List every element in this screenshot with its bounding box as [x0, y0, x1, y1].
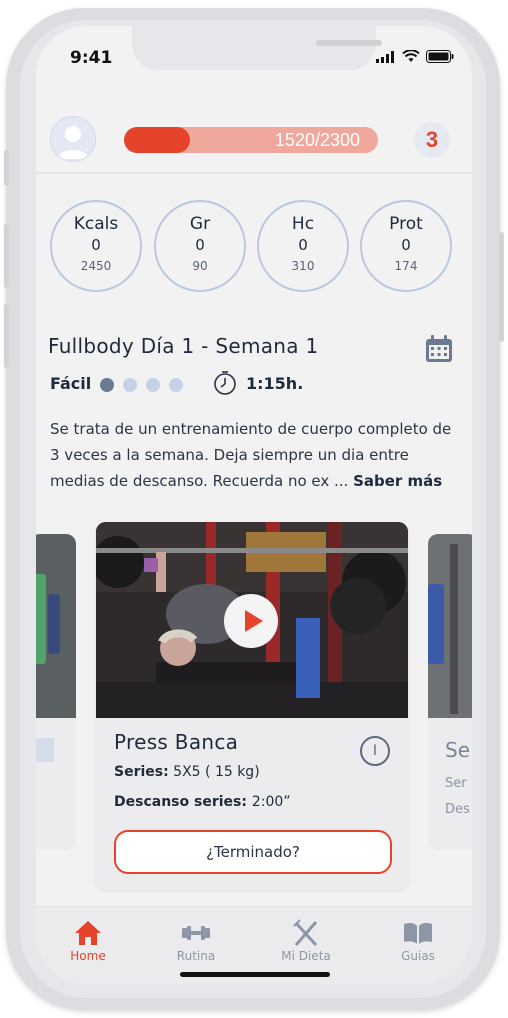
series-value: 5X5 ( 15 kg): [173, 764, 260, 780]
cutlery-icon: [266, 917, 346, 949]
nav-label: Guias: [401, 949, 435, 963]
workout-duration: 1:15h.: [246, 374, 304, 393]
plate-shape: [450, 544, 458, 714]
next-exercise-card[interactable]: Se Ser Des: [428, 534, 472, 850]
macro-goal: 2450: [80, 259, 112, 273]
exercise-series: Series: 5X5 ( 15 kg): [114, 764, 260, 780]
power-button: [499, 232, 504, 342]
macro-goal: 310: [291, 259, 315, 273]
macro-label: Hc: [291, 214, 315, 234]
status-icons: [376, 50, 454, 63]
stopwatch-icon: [212, 370, 238, 400]
rest-label: Descanso series:: [114, 794, 247, 810]
previous-exercise-card[interactable]: [36, 534, 76, 850]
app-screen: 9:41 1520/2300 3 Kcals 0 2450 Gr 0 90 Hc…: [36, 26, 472, 984]
macro-value: 0: [298, 236, 308, 254]
nav-home[interactable]: Home: [48, 917, 128, 963]
series-label: Series:: [114, 764, 169, 780]
macro-summary: Kcals 0 2450 Gr 0 90 Hc 0 310 Prot 0 174: [50, 200, 460, 292]
nav-rutina[interactable]: Rutina: [156, 917, 236, 963]
macro-value: 0: [401, 236, 411, 254]
progress-fill: [124, 127, 191, 153]
previous-card-button-hint: [36, 738, 54, 762]
notification-badge[interactable]: 3: [414, 122, 450, 158]
volume-down-button: [4, 304, 9, 368]
nav-label: Rutina: [176, 949, 216, 963]
exercise-rest: Descanso series: 2:00”: [114, 794, 291, 810]
difficulty-dot: [100, 378, 114, 392]
info-icon[interactable]: I: [360, 736, 390, 766]
home-indicator: [180, 972, 330, 977]
macro-prot[interactable]: Prot 0 174: [360, 200, 452, 292]
next-card-line1: Ser: [445, 776, 467, 791]
macro-kcals[interactable]: Kcals 0 2450: [50, 200, 142, 292]
macro-goal: 90: [192, 259, 208, 273]
calorie-progress-bar: 1520/2300: [124, 127, 378, 153]
macro-label: Gr: [189, 214, 211, 234]
macro-hc[interactable]: Hc 0 310: [257, 200, 349, 292]
read-more-link[interactable]: Saber más: [353, 472, 442, 490]
next-card-line2: Des: [445, 802, 470, 817]
macro-value: 0: [91, 236, 101, 254]
next-card-image: [428, 534, 472, 718]
plate-shape: [36, 574, 46, 664]
next-card-title: Se: [445, 738, 470, 762]
difficulty-dot: [169, 378, 183, 392]
calendar-icon[interactable]: [424, 334, 454, 368]
top-header: 1520/2300 3: [36, 106, 472, 174]
avatar[interactable]: [50, 116, 96, 162]
home-icon: [48, 917, 128, 949]
macro-value: 0: [195, 236, 205, 254]
macro-label: Prot: [389, 214, 423, 234]
exercise-name: Press Banca: [114, 730, 239, 754]
status-time: 9:41: [70, 48, 113, 68]
book-icon: [378, 917, 458, 949]
nav-label: Home: [70, 949, 106, 963]
speaker: [316, 40, 382, 46]
macro-goal: 174: [394, 259, 418, 273]
plate-shape: [48, 594, 60, 654]
battery-icon: [426, 50, 454, 63]
dumbbell-icon: [156, 917, 236, 949]
wifi-icon: [402, 50, 420, 62]
volume-up-button: [4, 224, 9, 288]
previous-card-image: [36, 534, 76, 718]
exercise-card: Press Banca I Series: 5X5 ( 15 kg) Desca…: [96, 522, 408, 890]
nav-mi-dieta[interactable]: Mi Dieta: [266, 917, 346, 963]
macro-gr[interactable]: Gr 0 90: [154, 200, 246, 292]
user-icon: [57, 126, 89, 159]
nav-guias[interactable]: Guias: [378, 917, 458, 963]
macro-label: Kcals: [73, 214, 119, 234]
rest-value: 2:00”: [251, 794, 291, 810]
difficulty-dot: [146, 378, 160, 392]
difficulty-label: Fácil: [50, 374, 92, 393]
signal-icon: [376, 50, 394, 63]
nav-label: Mi Dieta: [281, 949, 331, 963]
notch: [132, 26, 382, 70]
play-button[interactable]: [224, 594, 278, 648]
workout-title: Fullbody Día 1 - Semana 1: [48, 334, 319, 358]
difficulty-dots: [100, 378, 183, 392]
plate-shape: [428, 584, 444, 664]
difficulty-dot: [123, 378, 137, 392]
workout-description: Se trata de un entrenamiento de cuerpo c…: [50, 416, 458, 494]
exercise-video-thumbnail[interactable]: [96, 522, 408, 718]
finished-button[interactable]: ¿Terminado?: [114, 830, 392, 874]
progress-text: 1520/2300: [274, 130, 360, 150]
mute-switch: [4, 150, 9, 186]
